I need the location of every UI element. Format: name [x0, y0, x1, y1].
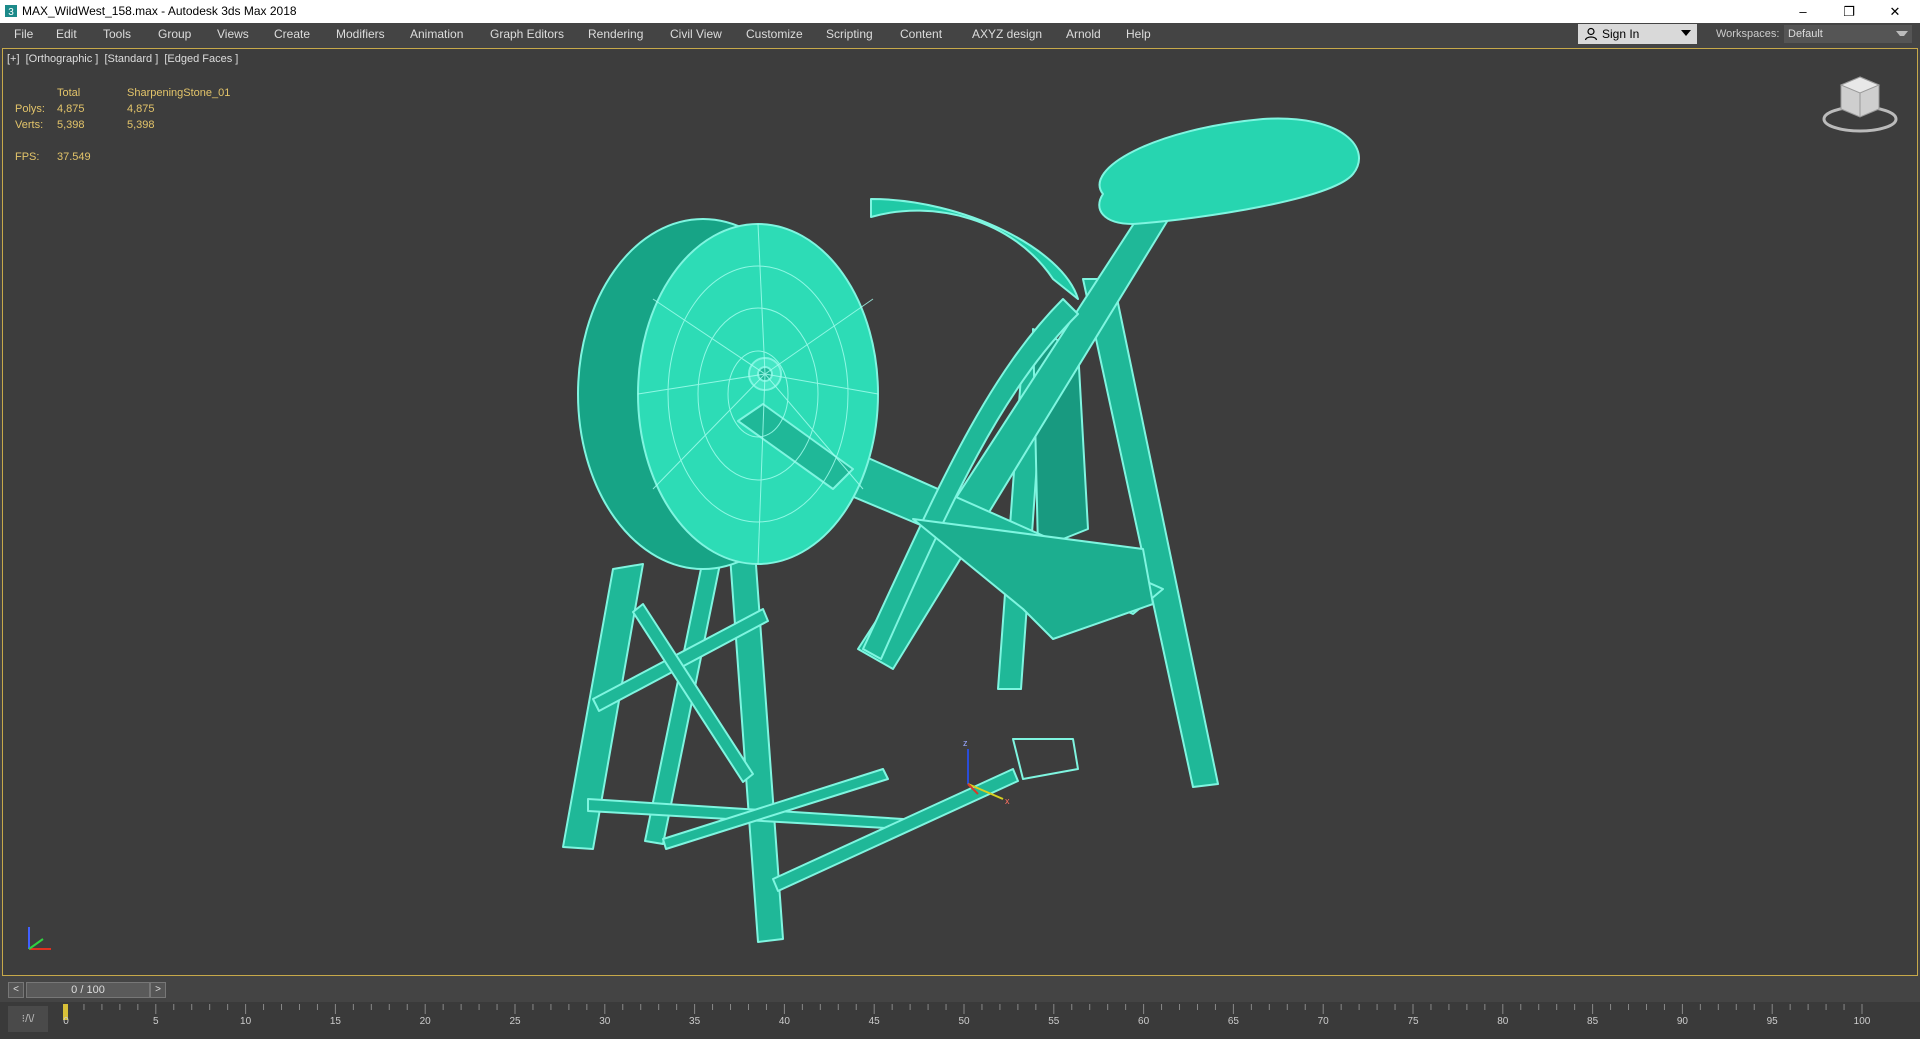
menu-arnold[interactable]: Arnold: [1064, 23, 1103, 45]
menu-scripting[interactable]: Scripting: [824, 23, 875, 45]
window-title: MAX_WildWest_158.max - Autodesk 3ds Max …: [22, 4, 297, 18]
trackbar-frame-label: 85: [1587, 1016, 1599, 1027]
title-bar: 3 MAX_WildWest_158.max - Autodesk 3ds Ma…: [0, 0, 1920, 23]
time-slider-prev-button[interactable]: <: [8, 982, 24, 998]
menu-axyz-design[interactable]: AXYZ design: [970, 23, 1044, 45]
close-button[interactable]: ✕: [1872, 0, 1918, 23]
trackbar-frame-label: 60: [1138, 1016, 1150, 1027]
menu-content[interactable]: Content: [898, 23, 944, 45]
trackbar-frame-label: 5: [153, 1016, 159, 1027]
time-slider-thumb[interactable]: 0 / 100: [26, 982, 150, 998]
menu-file[interactable]: File: [12, 23, 35, 45]
trackbar-frame-label: 35: [689, 1016, 701, 1027]
menu-tools[interactable]: Tools: [101, 23, 133, 45]
sharpening-stone-model[interactable]: z x: [3, 49, 1917, 975]
menu-animation[interactable]: Animation: [408, 23, 465, 45]
trackbar-frame-label: 25: [509, 1016, 521, 1027]
time-slider-next-button[interactable]: >: [150, 982, 166, 998]
trackbar-frame-label: 50: [958, 1016, 970, 1027]
trackbar-frame-label: 30: [599, 1016, 611, 1027]
trackbar-frame-label: 55: [1048, 1016, 1060, 1027]
workspaces-select[interactable]: Default: [1784, 25, 1912, 43]
trackbar-frame-label: 15: [329, 1016, 341, 1027]
svg-text:x: x: [1005, 796, 1010, 806]
viewcube-icon[interactable]: [1821, 69, 1899, 139]
trackbar-frame-label: 45: [868, 1016, 880, 1027]
workspaces-label: Workspaces:: [1716, 28, 1780, 40]
menu-group[interactable]: Group: [156, 23, 193, 45]
chevron-down-icon: [1681, 30, 1691, 36]
restore-button[interactable]: ❐: [1826, 0, 1872, 23]
menu-graph-editors[interactable]: Graph Editors: [488, 23, 566, 45]
sign-in-label: Sign In: [1602, 27, 1640, 41]
trackbar-frame-label: 0: [63, 1016, 69, 1027]
trackbar-frame-label: 75: [1407, 1016, 1419, 1027]
trackbar-frame-label: 95: [1766, 1016, 1778, 1027]
trackbar-frame-label: 65: [1227, 1016, 1239, 1027]
trackbar-frame-label: 10: [240, 1016, 252, 1027]
menu-bar: File Edit Tools Group Views Create Modif…: [0, 23, 1920, 45]
3dsmax-app-icon: 3: [5, 5, 17, 18]
menu-views[interactable]: Views: [215, 23, 251, 45]
viewport-orthographic[interactable]: [+] [Orthographic ] [Standard ] [Edged F…: [2, 48, 1918, 976]
trackbar-frame-label: 20: [419, 1016, 431, 1027]
menu-help[interactable]: Help: [1124, 23, 1153, 45]
trackbar-frame-label: 100: [1853, 1016, 1871, 1027]
menu-modifiers[interactable]: Modifiers: [334, 23, 387, 45]
axis-tripod-icon: [28, 927, 51, 950]
workspaces-value: Default: [1788, 28, 1823, 40]
user-icon: [1584, 27, 1598, 41]
trackbar-frame-label: 40: [778, 1016, 790, 1027]
trackbar-frame-label: 70: [1317, 1016, 1329, 1027]
trackbar-frame-label: 90: [1676, 1016, 1688, 1027]
minimize-button[interactable]: –: [1780, 0, 1826, 23]
trackbar-frame-label: 80: [1497, 1016, 1509, 1027]
svg-text:z: z: [963, 738, 968, 748]
chevron-down-icon: [1896, 31, 1908, 36]
svg-text:3: 3: [8, 7, 14, 18]
menu-edit[interactable]: Edit: [54, 23, 79, 45]
time-slider: < 0 / 100 >: [0, 978, 1920, 1000]
menu-civil-view[interactable]: Civil View: [668, 23, 724, 45]
menu-customize[interactable]: Customize: [744, 23, 805, 45]
menu-rendering[interactable]: Rendering: [586, 23, 645, 45]
menu-create[interactable]: Create: [272, 23, 312, 45]
track-bar[interactable]: ⁝/\/ 0 5 10 15 20 25 30 35 40 45 50 55 60 65 70 75 80 85 9…: [0, 1002, 1920, 1039]
sign-in-dropdown[interactable]: Sign In: [1578, 24, 1697, 44]
